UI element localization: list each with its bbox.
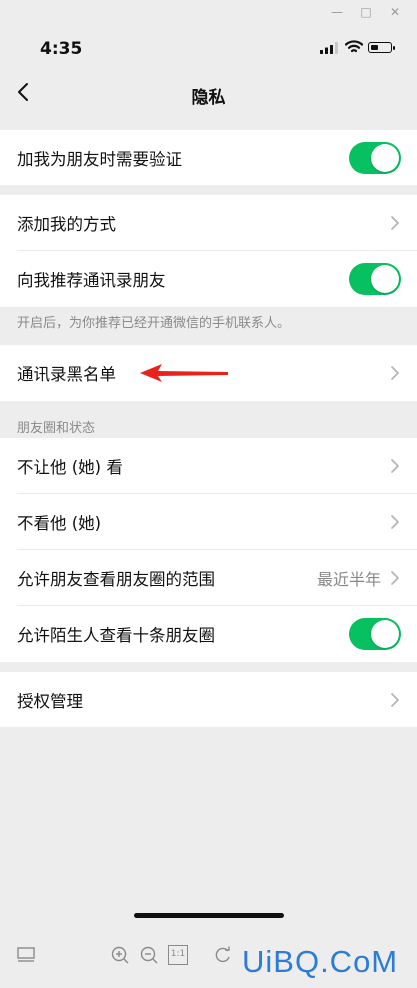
chevron-right-icon	[391, 459, 399, 473]
zoom-in-icon[interactable]	[110, 945, 130, 965]
moments-range-label: 允许朋友查看朋友圈的范围	[17, 570, 215, 589]
layout-icon[interactable]	[16, 945, 36, 965]
verify-friend-row[interactable]: 加我为朋友时需要验证	[0, 130, 417, 185]
authorization-row[interactable]: 授权管理	[0, 672, 417, 727]
rotate-icon[interactable]	[213, 945, 233, 965]
wifi-icon	[345, 40, 363, 53]
chevron-right-icon	[391, 366, 399, 380]
verify-friend-label: 加我为朋友时需要验证	[17, 149, 182, 169]
page-title: 隐私	[191, 88, 226, 108]
dont-let-see-label: 不让他 (她) 看	[17, 458, 123, 477]
recommend-hint: 开启后，为你推荐已经开通微信的手机联系人。	[17, 316, 291, 331]
watermark: UiBQ.CoM	[242, 944, 399, 979]
recommend-contacts-row[interactable]: 向我推荐通讯录朋友	[0, 251, 417, 307]
chevron-right-icon	[391, 571, 399, 585]
annotation-arrow-icon	[140, 364, 228, 382]
chevron-right-icon	[391, 216, 399, 230]
verify-friend-toggle[interactable]	[349, 141, 401, 174]
moments-range-row[interactable]: 允许朋友查看朋友圈的范围 最近半年	[0, 550, 417, 606]
dont-let-see-row[interactable]: 不让他 (她) 看	[0, 438, 417, 494]
status-time: 4:35	[40, 39, 83, 59]
battery-icon	[368, 42, 395, 53]
blacklist-label: 通讯录黑名单	[17, 365, 116, 384]
add-methods-row[interactable]: 添加我的方式	[0, 195, 417, 251]
actual-size-button[interactable]: 1:1	[168, 945, 188, 965]
chevron-right-icon	[391, 515, 399, 529]
dont-see-label: 不看他 (她)	[17, 514, 102, 533]
authorization-label: 授权管理	[17, 691, 83, 711]
chevron-right-icon	[391, 692, 399, 707]
recommend-contacts-label: 向我推荐通讯录朋友	[17, 271, 166, 290]
moments-section-title: 朋友圈和状态	[17, 421, 96, 436]
stranger-ten-label: 允许陌生人查看十条朋友圈	[17, 626, 215, 645]
dont-see-row[interactable]: 不看他 (她)	[0, 494, 417, 550]
recommend-contacts-toggle[interactable]	[349, 263, 401, 295]
add-methods-label: 添加我的方式	[17, 215, 116, 234]
stranger-ten-row[interactable]: 允许陌生人查看十条朋友圈	[0, 606, 417, 662]
maximize-icon[interactable]: □	[359, 5, 373, 19]
close-icon[interactable]: ✕	[388, 5, 402, 19]
window-titlebar	[0, 0, 417, 24]
home-indicator	[134, 913, 284, 918]
cellular-signal-icon	[320, 42, 338, 54]
moments-range-value: 最近半年	[316, 570, 381, 589]
minimize-icon[interactable]: —	[330, 5, 344, 19]
zoom-out-icon[interactable]	[139, 945, 159, 965]
stranger-ten-toggle[interactable]	[349, 618, 401, 650]
